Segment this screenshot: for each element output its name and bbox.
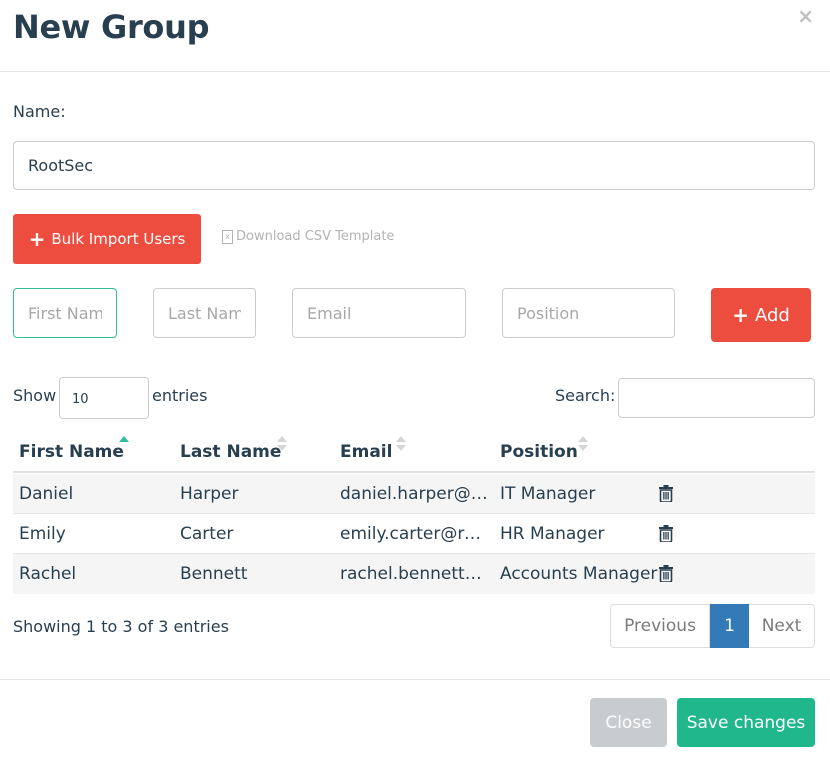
add-label: Add — [754, 304, 790, 326]
cell-email: rachel.bennett@rootsec.com — [340, 564, 490, 584]
page-1-button[interactable]: 1 — [710, 604, 749, 648]
sort-icon — [396, 436, 406, 452]
column-header-last-name[interactable]: Last Name — [180, 442, 281, 462]
search-input[interactable] — [618, 378, 815, 418]
trash-icon[interactable] — [659, 565, 673, 582]
trash-icon[interactable] — [659, 525, 673, 542]
table-row: Daniel Harper daniel.harper@rootsec.com … — [13, 474, 815, 514]
cell-email: daniel.harper@rootsec.com — [340, 484, 490, 504]
sort-asc-icon — [119, 436, 129, 452]
name-label: Name: — [13, 102, 66, 121]
modal-title: New Group — [13, 8, 210, 46]
save-changes-button[interactable]: Save changes — [677, 698, 815, 747]
previous-page-button[interactable]: Previous — [610, 604, 710, 648]
download-csv-label: Download CSV Template — [236, 229, 395, 244]
table-row: Emily Carter emily.carter@rootsec.com HR… — [13, 514, 815, 554]
cell-position: IT Manager — [500, 484, 596, 504]
cell-last-name: Bennett — [180, 564, 248, 584]
sort-icon — [277, 436, 287, 452]
cell-first-name: Emily — [19, 524, 66, 544]
last-name-input[interactable] — [153, 288, 256, 338]
entries-per-page-select[interactable]: 10 — [59, 377, 149, 419]
column-header-position[interactable]: Position — [500, 442, 578, 462]
cell-first-name: Daniel — [19, 484, 74, 504]
first-name-input[interactable] — [13, 288, 117, 338]
search-label: Search: — [555, 386, 616, 405]
modal-header: New Group × — [0, 0, 830, 72]
cell-first-name: Rachel — [19, 564, 77, 584]
excel-file-icon: x — [222, 229, 233, 244]
position-input[interactable] — [502, 288, 675, 338]
add-user-button[interactable]: + Add — [711, 288, 811, 342]
download-csv-template-link[interactable]: x Download CSV Template — [222, 229, 394, 244]
sort-icon — [578, 436, 588, 452]
column-header-first-name[interactable]: First Name — [19, 442, 124, 462]
bulk-import-label: Bulk Import Users — [51, 230, 186, 248]
group-name-input[interactable] — [13, 141, 815, 190]
table-row: Rachel Bennett rachel.bennett@rootsec.co… — [13, 554, 815, 594]
cell-last-name: Carter — [180, 524, 234, 544]
column-header-email[interactable]: Email — [340, 442, 392, 462]
entries-label: entries — [152, 386, 208, 405]
cell-position: Accounts Manager — [500, 564, 658, 584]
email-input[interactable] — [292, 288, 466, 338]
cell-position: HR Manager — [500, 524, 605, 544]
pagination: Previous 1 Next — [610, 604, 815, 648]
plus-icon: + — [28, 227, 46, 251]
cell-last-name: Harper — [180, 484, 239, 504]
next-page-button[interactable]: Next — [749, 604, 815, 648]
show-label: Show — [13, 386, 57, 405]
bulk-import-users-button[interactable]: + Bulk Import Users — [13, 214, 201, 264]
table-header: First Name Last Name Email Position — [13, 430, 815, 473]
plus-icon: + — [732, 303, 749, 327]
cell-email: emily.carter@rootsec.com — [340, 524, 490, 544]
close-button[interactable]: Close — [590, 698, 667, 747]
trash-icon[interactable] — [659, 485, 673, 502]
close-icon[interactable]: × — [797, 4, 814, 28]
table-info: Showing 1 to 3 of 3 entries — [13, 617, 229, 636]
